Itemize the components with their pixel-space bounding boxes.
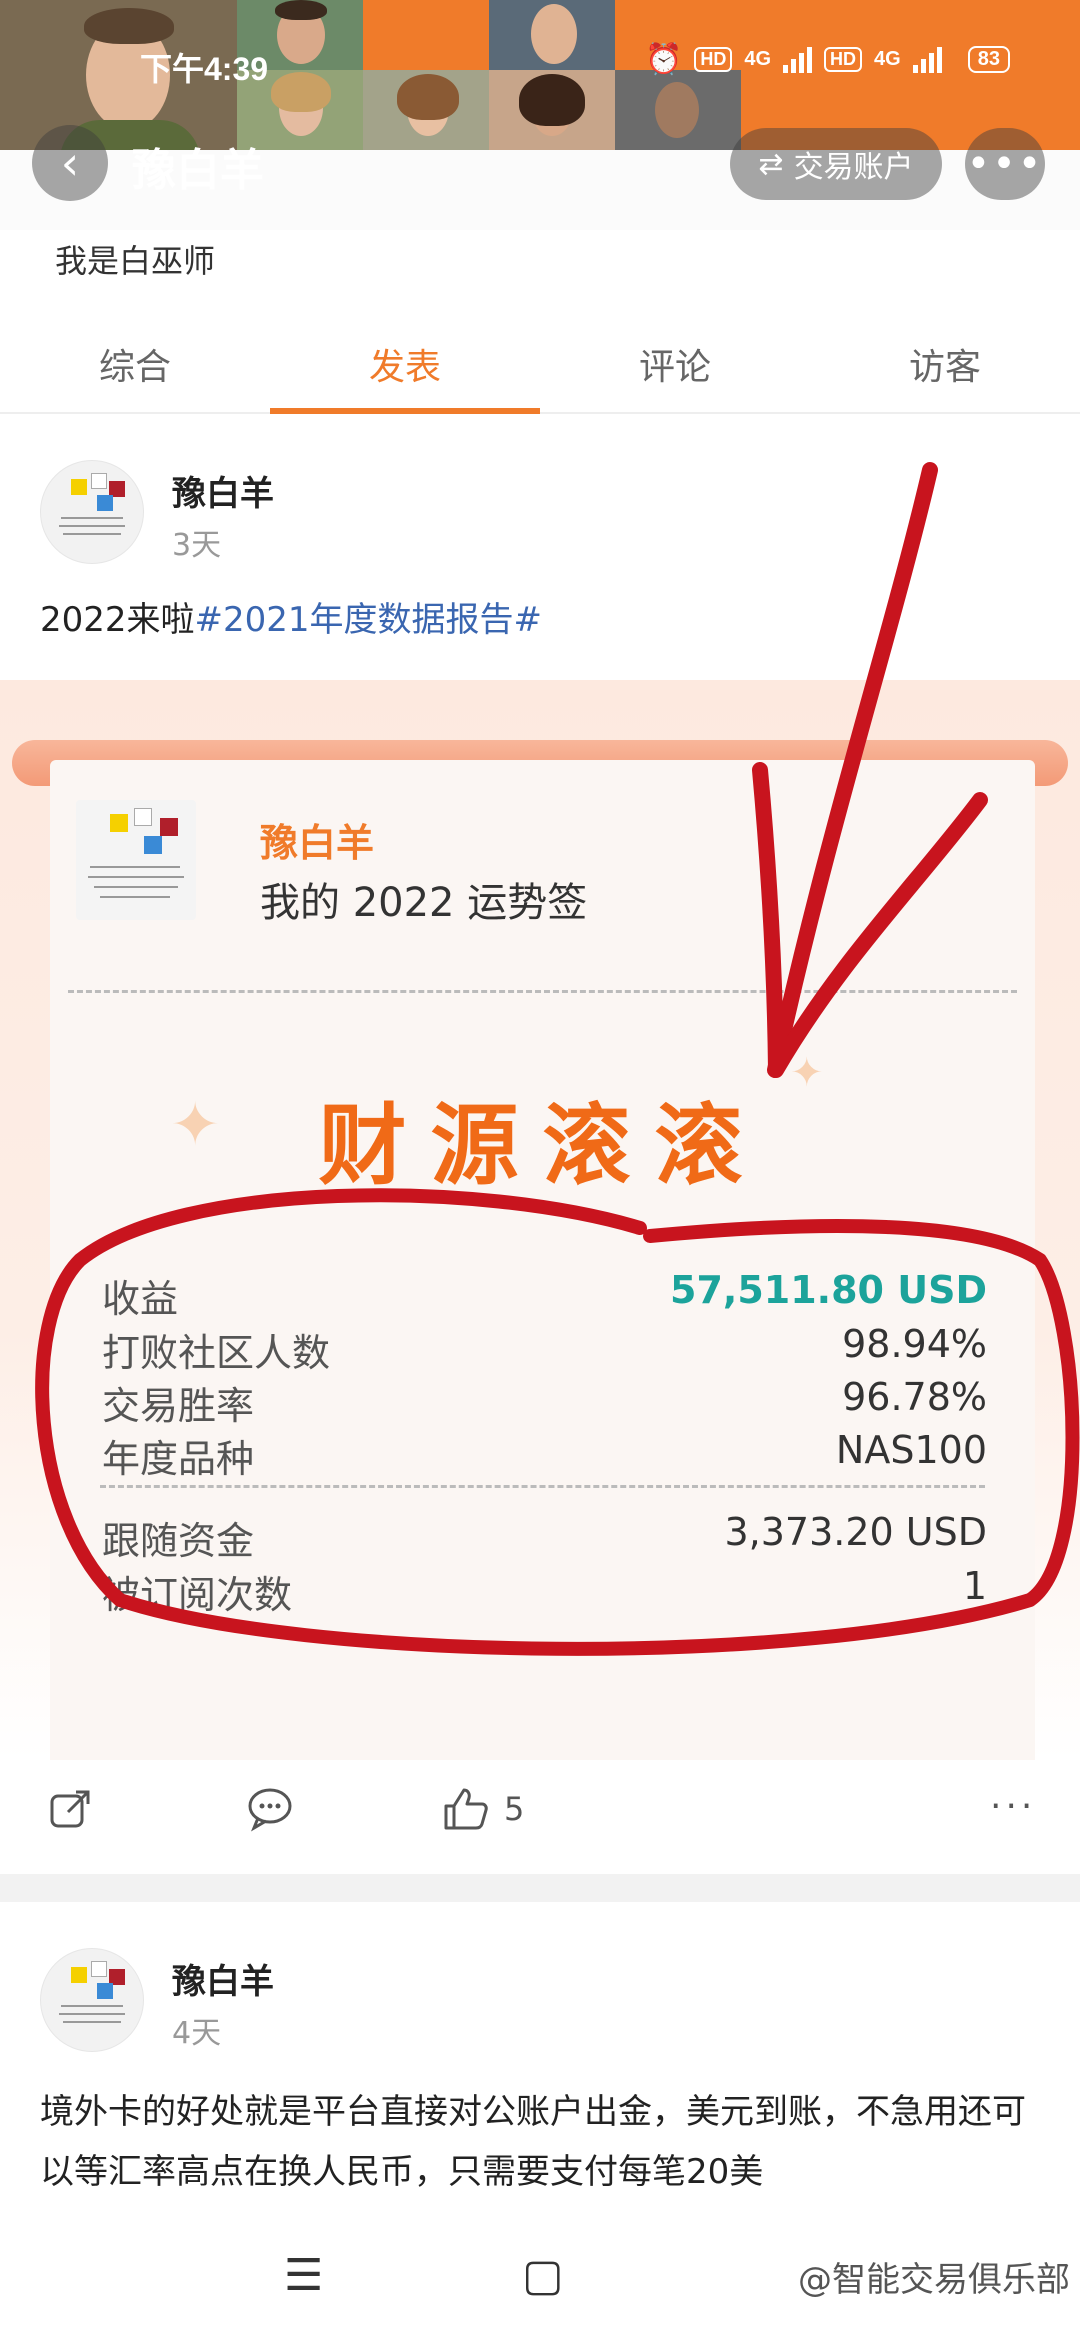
network-label-1: 4G xyxy=(744,48,772,70)
stat-label: 跟随资金 xyxy=(102,1519,255,1563)
stat-label: 交易胜率 xyxy=(102,1384,255,1428)
card-divider-2 xyxy=(100,1485,985,1488)
screen: { "status": { "time": "下午4:39", "net1": … xyxy=(0,0,1080,2340)
signal-icon-1 xyxy=(783,46,813,73)
card-avatar xyxy=(76,800,196,920)
stat-value: 3,373.20 USD xyxy=(724,1510,988,1554)
profile-header: 下午4:39 ⏰ HD 4G HD 4G 83 ‹ 豫白羊 ⇄ 交易账户 ••• xyxy=(0,0,1080,230)
profile-tabs: 综合 发表 评论 访客 xyxy=(0,320,1080,414)
stat-label: 被订阅次数 xyxy=(102,1573,293,1617)
status-time: 下午4:39 xyxy=(140,51,269,87)
battery-icon: 83 xyxy=(967,46,1010,73)
tab-visitors[interactable]: 访客 xyxy=(810,320,1080,412)
post-author[interactable]: 豫白羊 xyxy=(172,1954,274,2003)
stat-label: 年度品种 xyxy=(102,1437,255,1481)
author-avatar[interactable] xyxy=(40,1948,144,2052)
stat-value: 57,511.80 USD xyxy=(670,1268,987,1312)
hashtag-link[interactable]: #2021年度数据报告# xyxy=(195,600,543,640)
like-count: 5 xyxy=(504,1790,525,1828)
swap-icon: ⇄ xyxy=(758,146,784,182)
tab-posts[interactable]: 发表 xyxy=(270,320,540,414)
card-author: 豫白羊 xyxy=(260,821,375,865)
share-icon xyxy=(50,1790,90,1828)
post-author[interactable]: 豫白羊 xyxy=(172,466,274,515)
post-body: 2022来啦 xyxy=(40,600,195,640)
home-icon[interactable]: ▢ xyxy=(522,2250,564,2301)
hd-badge-2: HD xyxy=(824,47,863,72)
hd-badge-1: HD xyxy=(694,47,733,72)
back-button[interactable]: ‹ xyxy=(32,125,108,201)
back-arrow-icon: ‹ xyxy=(60,136,80,190)
post-more-button[interactable]: ··· xyxy=(990,1786,1036,1827)
post-time: 4天 xyxy=(172,2016,222,2051)
comment-icon xyxy=(248,1788,292,1832)
post-body: 境外卡的好处就是平台直接对公账户出金，美元到账，不急用还可以等汇率高点在换人民币… xyxy=(40,2092,1026,2192)
post-action-bar: 5 ··· xyxy=(0,1760,1080,1870)
tab-comments[interactable]: 评论 xyxy=(540,320,810,412)
post-card[interactable]: 豫白羊 4天 境外卡的好处就是平台直接对公账户出金，美元到账，不急用还可以等汇率… xyxy=(0,1902,1080,2222)
share-button[interactable] xyxy=(48,1786,94,1832)
comment-button[interactable] xyxy=(246,1786,294,1832)
signal-icon-2 xyxy=(912,46,942,73)
author-avatar[interactable] xyxy=(40,460,144,564)
more-dots-icon: ··· xyxy=(990,1786,1037,1827)
status-icons: ⏰ HD 4G HD 4G 83 xyxy=(645,42,1010,77)
stat-value: NAS100 xyxy=(835,1428,987,1472)
menu-icon[interactable]: ☰ xyxy=(284,2250,323,2301)
more-button[interactable]: ••• xyxy=(965,128,1045,200)
like-button[interactable]: 5 xyxy=(442,1786,524,1832)
status-bar: 下午4:39 ⏰ HD 4G HD 4G 83 xyxy=(0,38,1080,88)
alarm-icon: ⏰ xyxy=(645,43,683,76)
stat-value: 1 xyxy=(962,1564,987,1608)
thumbs-up-icon xyxy=(444,1788,488,1830)
watermark: @智能交易俱乐部 xyxy=(798,2260,1070,2300)
card-subtitle: 我的 2022 运势签 xyxy=(260,880,588,926)
post-separator xyxy=(0,1874,1080,1902)
profile-bio: 我是白巫师 xyxy=(55,242,216,280)
fortune-card: 豫白羊 我的 2022 运势签 ✦ ✦ 财源滚滚 收益 57,511.80 US… xyxy=(50,760,1035,1760)
stat-label: 收益 xyxy=(102,1277,179,1321)
stat-value: 98.94% xyxy=(842,1322,987,1366)
post-image[interactable]: 豫白羊 我的 2022 运势签 ✦ ✦ 财源滚滚 收益 57,511.80 US… xyxy=(0,680,1080,1760)
network-label-2: 4G xyxy=(874,48,901,70)
post-text: 2022来啦#2021年度数据报告# xyxy=(40,592,1050,648)
stat-label: 打败社区人数 xyxy=(102,1331,331,1375)
trade-account-button[interactable]: ⇄ 交易账户 xyxy=(730,128,942,200)
stat-value: 96.78% xyxy=(842,1375,987,1419)
tab-overview[interactable]: 综合 xyxy=(0,320,270,412)
page-title: 豫白羊 xyxy=(132,145,264,196)
post-time: 3天 xyxy=(172,528,222,563)
more-dots-icon: ••• xyxy=(966,141,1044,187)
card-divider xyxy=(68,990,1017,993)
fortune-text: 财源滚滚 xyxy=(318,1093,767,1197)
trade-account-label: 交易账户 xyxy=(793,150,914,185)
